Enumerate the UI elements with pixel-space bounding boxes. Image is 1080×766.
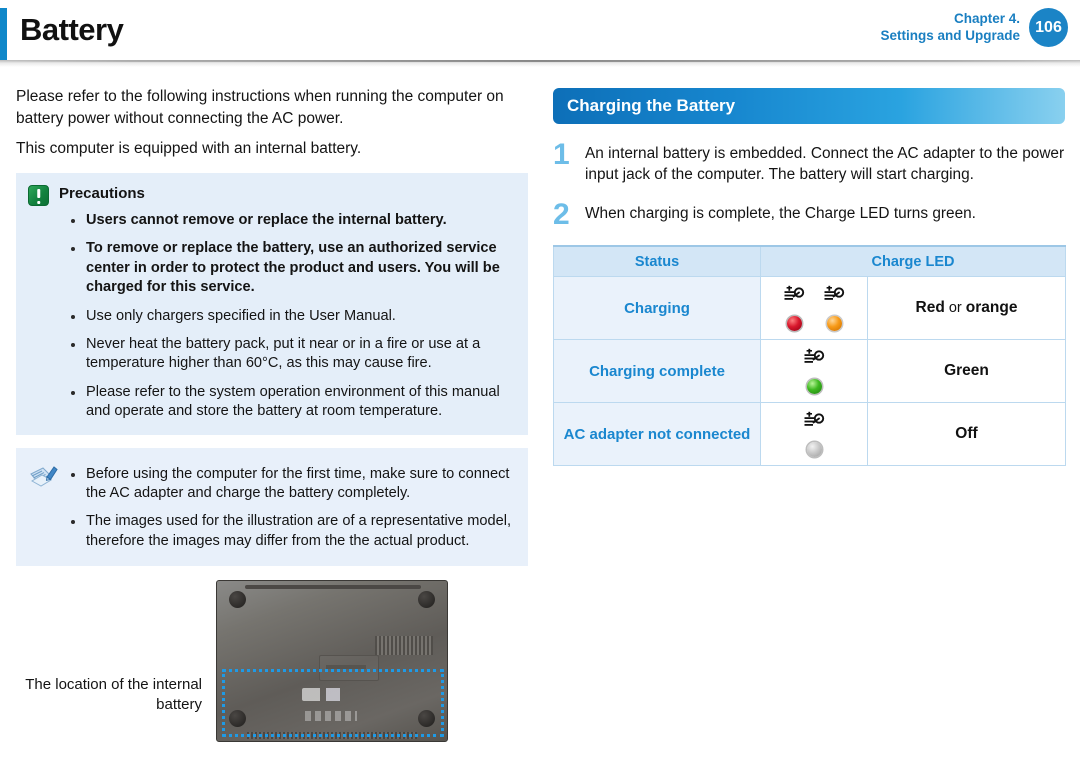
- laptop-foot: [418, 590, 435, 608]
- led-dot-orange: [826, 316, 842, 332]
- list-item: Use only chargers specified in the User …: [71, 307, 516, 326]
- led-color-separator: or: [944, 300, 966, 317]
- led-unit: [783, 285, 805, 332]
- illustration-caption: The location of the internal battery: [25, 675, 202, 713]
- led-color-primary: Off: [955, 425, 978, 443]
- page-number-badge: 106: [1029, 8, 1068, 47]
- charge-led-table: Status Charge LED Charging Red or orange…: [553, 244, 1066, 467]
- left-column: Please refer to the following instructio…: [16, 86, 528, 567]
- charge-led-icon: [803, 348, 825, 373]
- precautions-list: Users cannot remove or replace the inter…: [28, 211, 516, 422]
- led-indicator-group: [760, 276, 868, 341]
- status-label: AC adapter not connected: [553, 402, 761, 467]
- laptop-service-panel: [319, 654, 379, 681]
- table-row: AC adapter not connected Off: [553, 402, 1066, 467]
- led-color-primary: Red: [915, 299, 945, 317]
- header-divider: [0, 60, 1080, 67]
- charge-led-icon: [803, 411, 825, 436]
- step-number: 1: [553, 138, 570, 171]
- laptop-regulatory-text: [305, 710, 357, 721]
- table-row: Charging Red or orange: [553, 276, 1066, 341]
- led-unit: [823, 285, 845, 332]
- charging-steps: 1 An internal battery is embedded. Conne…: [553, 138, 1065, 232]
- chapter-number: Chapter 4.: [953, 10, 1020, 26]
- table-header-row: Status Charge LED: [553, 244, 1066, 278]
- led-color-description: Red or orange: [867, 276, 1066, 341]
- step-item: 2 When charging is complete, the Charge …: [553, 198, 1065, 232]
- section-title: Charging the Battery: [567, 96, 736, 115]
- note-pen-icon: [29, 464, 59, 490]
- list-item: Never heat the battery pack, put it near…: [71, 335, 516, 374]
- led-unit: [803, 348, 825, 395]
- column-header-charge-led: Charge LED: [760, 244, 1066, 278]
- status-label: Charging complete: [553, 339, 761, 404]
- led-indicator-group: [760, 339, 868, 404]
- page-header: Battery Chapter 4. Settings and Upgrade …: [0, 0, 1080, 62]
- laptop-vent: [375, 635, 433, 655]
- led-dot-green: [806, 379, 822, 395]
- section-title-bar: Charging the Battery: [553, 88, 1065, 124]
- step-item: 1 An internal battery is embedded. Conne…: [553, 138, 1065, 185]
- list-item: The images used for the illustration are…: [71, 512, 516, 551]
- step-text: An internal battery is embedded. Connect…: [585, 145, 1065, 184]
- precautions-header: Precautions: [28, 184, 516, 206]
- led-color-primary: Green: [944, 362, 989, 380]
- table-row: Charging complete Green: [553, 339, 1066, 404]
- led-indicator-group: [760, 402, 868, 467]
- charge-led-icon: [823, 285, 845, 310]
- chapter-name: Settings and Upgrade: [880, 27, 1020, 43]
- charge-led-icon: [783, 285, 805, 310]
- status-label: Charging: [553, 276, 761, 341]
- note-list: Before using the computer for the first …: [28, 465, 516, 552]
- intro-paragraph-1: Please refer to the following instructio…: [16, 88, 504, 127]
- list-item: To remove or replace the battery, use an…: [71, 239, 516, 297]
- title-accent-bar: [0, 8, 7, 60]
- step-number: 2: [553, 198, 570, 232]
- list-item: Users cannot remove or replace the inter…: [71, 211, 516, 230]
- column-header-status: Status: [553, 244, 761, 278]
- note-callout: Before using the computer for the first …: [16, 447, 528, 567]
- led-color-description: Green: [867, 339, 1066, 404]
- led-color-description: Off: [867, 402, 1066, 467]
- laptop-bottom-photo: [216, 579, 448, 742]
- manual-page: Battery Chapter 4. Settings and Upgrade …: [0, 0, 1080, 766]
- led-unit: [803, 411, 825, 458]
- battery-location-illustration: The location of the internal battery: [16, 578, 528, 743]
- laptop-hinge: [245, 584, 421, 589]
- chapter-info: Chapter 4. Settings and Upgrade: [880, 11, 1020, 45]
- step-text: When charging is complete, the Charge LE…: [585, 205, 976, 223]
- precautions-title: Precautions: [59, 185, 145, 202]
- laptop-foot: [229, 590, 246, 608]
- right-column: Charging the Battery 1 An internal batte…: [553, 88, 1066, 467]
- led-dot-red: [786, 316, 802, 332]
- intro-paragraph-2: This computer is equipped with an intern…: [16, 140, 362, 157]
- laptop-foot: [418, 709, 435, 727]
- led-dot-off: [806, 442, 822, 458]
- list-item: Please refer to the system operation env…: [71, 383, 516, 422]
- header-chapter-block: Chapter 4. Settings and Upgrade 106: [880, 8, 1068, 47]
- precautions-callout: Precautions Users cannot remove or repla…: [16, 173, 528, 435]
- led-color-secondary: orange: [965, 299, 1018, 317]
- exclamation-icon: [28, 185, 49, 206]
- page-title: Battery: [20, 12, 124, 47]
- list-item: Before using the computer for the first …: [71, 465, 516, 504]
- laptop-foot: [229, 709, 246, 727]
- laptop-logo-stickers: [302, 687, 372, 701]
- laptop-bottom-vent: [247, 731, 417, 739]
